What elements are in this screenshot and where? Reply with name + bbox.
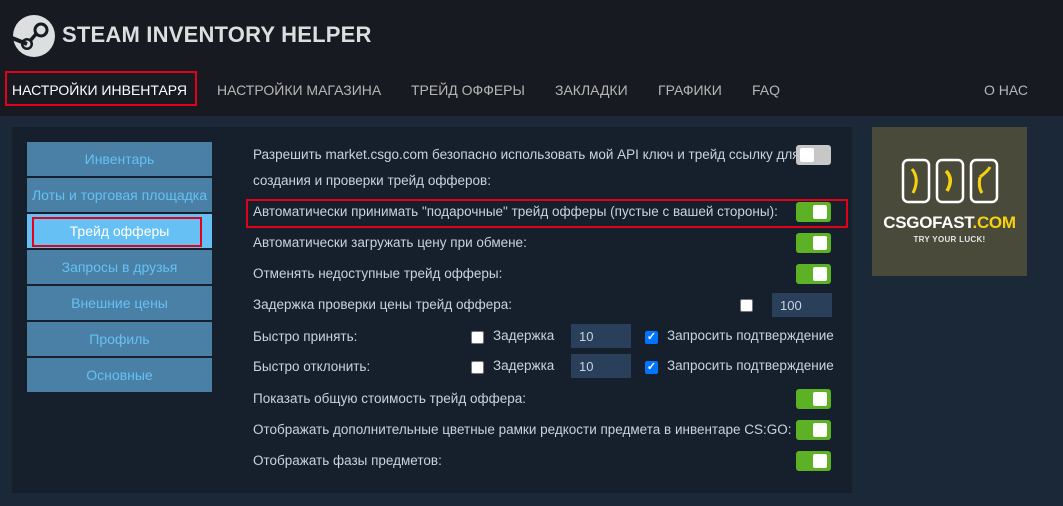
ad-brand-suffix: .COM — [972, 213, 1016, 232]
nav-inventory-settings[interactable]: НАСТРОЙКИ ИНВЕНТАРЯ — [12, 82, 187, 98]
toggle-knob — [813, 236, 827, 250]
sidebar-item-trade-offers[interactable]: Трейд офферы — [27, 214, 212, 248]
quick-accept-delay-checkbox[interactable] — [471, 331, 484, 344]
setting-api-label-line2: создания и проверки трейд офферов: — [253, 173, 491, 188]
sidebar-item-profile[interactable]: Профиль — [27, 322, 212, 356]
setting-phases-label: Отображать фазы предметов: — [253, 453, 442, 468]
load-price-toggle[interactable] — [796, 233, 831, 253]
ad-tagline: TRY YOUR LUCK! — [913, 235, 986, 244]
phases-toggle[interactable] — [796, 451, 831, 471]
quick-accept-confirm-checkbox[interactable]: ✓ — [645, 331, 658, 344]
toggle-knob — [813, 423, 827, 437]
nav-trade-offers[interactable]: ТРЕЙД ОФФЕРЫ — [411, 82, 525, 98]
app-title: STEAM INVENTORY HELPER — [62, 22, 372, 47]
ad-brand: CSGOFAST.COM — [872, 213, 1027, 233]
sidebar-item-external-prices[interactable]: Внешние цены — [27, 286, 212, 320]
toggle-knob — [813, 392, 827, 406]
quick-accept-delay-input[interactable]: 10 — [571, 324, 631, 348]
setting-rarity-frames-label: Отображать дополнительные цветные рамки … — [253, 422, 792, 437]
quick-accept-confirm-label: Запросить подтверждение — [667, 328, 834, 343]
toggle-knob — [813, 267, 827, 281]
setting-accept-gift-label: Автоматически принимать "подарочные" тре… — [253, 204, 778, 219]
nav-graphs[interactable]: ГРАФИКИ — [658, 82, 722, 98]
nav-bookmarks[interactable]: ЗАКЛАДКИ — [555, 82, 628, 98]
sidebar-item-general[interactable]: Основные — [27, 358, 212, 392]
api-access-toggle[interactable] — [796, 145, 831, 165]
nav-about[interactable]: О НАС — [984, 82, 1028, 98]
quick-decline-delay-input[interactable]: 10 — [571, 354, 631, 378]
sidebar-item-listings[interactable]: Лоты и торговая площадка — [27, 178, 212, 212]
setting-api-label-line1: Разрешить market.csgo.com безопасно испо… — [253, 147, 800, 162]
setting-cancel-unavailable-label: Отменять недоступные трейд офферы: — [253, 266, 503, 281]
sidebar-item-inventory[interactable]: Инвентарь — [27, 142, 212, 176]
header: STEAM INVENTORY HELPER НАСТРОЙКИ ИНВЕНТА… — [0, 0, 1063, 116]
setting-show-total-label: Показать общую стоимость трейд оффера: — [253, 391, 526, 406]
price-check-delay-input[interactable]: 100 — [772, 293, 832, 317]
quick-decline-delay-checkbox[interactable] — [471, 361, 484, 374]
quick-decline-delay-label: Задержка — [493, 358, 555, 373]
sidebar-item-friend-requests[interactable]: Запросы в друзья — [27, 250, 212, 284]
knife-cards-icon — [901, 158, 999, 204]
quick-decline-confirm-label: Запросить подтверждение — [667, 358, 834, 373]
rarity-frames-toggle[interactable] — [796, 420, 831, 440]
toggle-knob — [800, 148, 814, 162]
cancel-unavailable-toggle[interactable] — [796, 264, 831, 284]
ad-banner[interactable]: CSGOFAST.COM TRY YOUR LUCK! — [872, 127, 1027, 276]
price-check-delay-checkbox[interactable] — [740, 299, 753, 312]
toggle-knob — [813, 205, 827, 219]
setting-quick-accept-label: Быстро принять: — [253, 329, 358, 344]
steam-logo-icon — [12, 15, 55, 57]
ad-brand-main: CSGOFAST — [883, 213, 973, 232]
accept-gift-toggle[interactable] — [796, 202, 831, 222]
show-total-toggle[interactable] — [796, 389, 831, 409]
setting-price-check-delay-label: Задержка проверки цены трейд оффера: — [253, 297, 512, 312]
toggle-knob — [813, 454, 827, 468]
setting-load-price-label: Автоматически загружать цену при обмене: — [253, 235, 527, 250]
nav-market-settings[interactable]: НАСТРОЙКИ МАГАЗИНА — [217, 82, 381, 98]
setting-quick-decline-label: Быстро отклонить: — [253, 359, 371, 374]
quick-accept-delay-label: Задержка — [493, 328, 555, 343]
quick-decline-confirm-checkbox[interactable]: ✓ — [645, 361, 658, 374]
nav-faq[interactable]: FAQ — [752, 82, 780, 98]
